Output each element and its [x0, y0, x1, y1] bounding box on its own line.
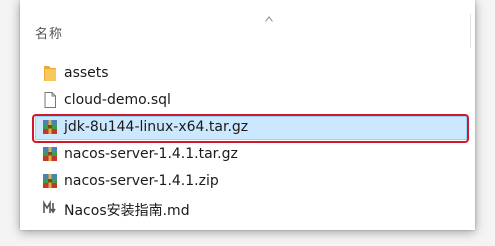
list-item[interactable]: nacos-server-1.4.1.zip: [20, 168, 475, 195]
folder-icon: [44, 66, 56, 81]
list-item[interactable]: Nacos安装指南.md: [20, 195, 475, 222]
document-icon: [44, 92, 56, 108]
archive-icon: [43, 174, 57, 188]
file-name: nacos-server-1.4.1.zip: [64, 173, 219, 189]
list-item[interactable]: cloud-demo.sql: [20, 87, 475, 114]
list-item-selected[interactable]: jdk-8u144-linux-x64.tar.gz: [20, 114, 475, 143]
list-item[interactable]: nacos-server-1.4.1.tar.gz: [20, 141, 475, 168]
file-name: Nacos安装指南.md: [64, 203, 190, 219]
archive-icon: [43, 147, 57, 161]
name-column-header[interactable]: 名称: [35, 23, 63, 42]
markdown-icon: [43, 200, 56, 214]
archive-icon: [43, 120, 57, 134]
file-name: jdk-8u144-linux-x64.tar.gz: [64, 119, 249, 135]
sort-ascending-icon[interactable]: [265, 16, 273, 22]
file-list: assets cloud-demo.sql jdk-8u144-linux-x6…: [20, 60, 475, 222]
file-name: assets: [64, 65, 109, 81]
column-divider[interactable]: [470, 14, 471, 48]
list-item[interactable]: assets: [20, 60, 475, 87]
file-name: nacos-server-1.4.1.tar.gz: [64, 146, 238, 162]
file-explorer-pane: 名称 assets cloud-demo.sql jdk-8u144-linux…: [20, 0, 475, 230]
file-name: cloud-demo.sql: [64, 92, 171, 108]
